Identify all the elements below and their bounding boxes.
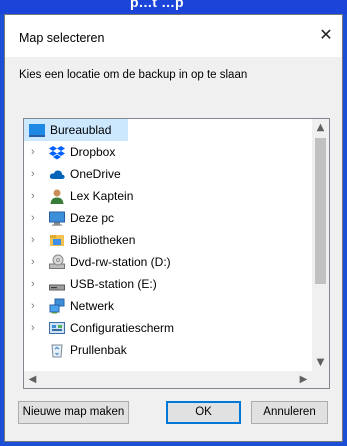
chevron-right-icon[interactable]: › (31, 277, 41, 291)
scroll-up-arrow-icon[interactable]: ▲ (312, 119, 329, 136)
folder-select-dialog: Map selecteren ✕ Kies een locatie om de … (4, 14, 343, 442)
scroll-down-arrow-icon[interactable]: ▼ (312, 354, 329, 371)
chevron-right-icon[interactable]: › (31, 255, 41, 269)
dialog-titlebar: Map selecteren ✕ (5, 15, 342, 57)
scroll-right-arrow-icon[interactable]: ▶ (295, 371, 312, 388)
tree-item-user[interactable]: › Lex Kaptein (24, 185, 312, 207)
chevron-right-icon[interactable]: › (31, 145, 41, 159)
tree-item-prullenbak[interactable]: Prullenbak (24, 339, 312, 361)
folder-tree[interactable]: Bureaublad › Dropbox › OneDrive › Lex Ka… (23, 118, 330, 389)
tree-item-label: Bibliotheken (70, 233, 136, 247)
libraries-icon (49, 232, 65, 248)
tree-item-bibliotheken[interactable]: › Bibliotheken (24, 229, 312, 251)
vertical-scroll-thumb[interactable] (315, 138, 326, 284)
tree-item-usb-drive[interactable]: › USB-station (E:) (24, 273, 312, 295)
horizontal-scrollbar[interactable]: ◀ ▶ (24, 371, 312, 388)
desktop-icon (29, 122, 45, 138)
tree-item-label: Deze pc (70, 211, 115, 225)
tree-item-onedrive[interactable]: › OneDrive (24, 163, 312, 185)
network-icon (49, 298, 65, 314)
close-icon[interactable]: ✕ (316, 26, 336, 46)
chevron-right-icon[interactable]: › (31, 167, 41, 181)
tree-item-label: Prullenbak (70, 343, 127, 357)
onedrive-cloud-icon (49, 166, 65, 182)
tree-item-netwerk[interactable]: › Netwerk (24, 295, 312, 317)
tree-item-dvd-drive[interactable]: › Dvd-rw-station (D:) (24, 251, 312, 273)
tree-item-label: Netwerk (70, 299, 115, 313)
dialog-instruction: Kies een locatie om de backup in op te s… (19, 69, 248, 81)
control-panel-icon (49, 320, 65, 336)
tree-item-label: Configuratiescherm (70, 321, 175, 335)
background-header-text: p...t ...p (130, 0, 184, 10)
tree-item-deze-pc[interactable]: › Deze pc (24, 207, 312, 229)
tree-item-dropbox[interactable]: › Dropbox (24, 141, 312, 163)
usb-drive-icon (49, 276, 65, 292)
new-folder-button[interactable]: Nieuwe map maken (18, 401, 129, 424)
chevron-right-icon[interactable]: › (31, 189, 41, 203)
dropbox-icon (49, 144, 65, 160)
dvd-drive-icon (49, 254, 65, 270)
tree-item-label: Bureaublad (50, 123, 112, 137)
user-icon (49, 188, 65, 204)
tree-item-label: OneDrive (70, 167, 121, 181)
tree-item-label: USB-station (E:) (70, 277, 157, 291)
chevron-right-icon[interactable]: › (31, 211, 41, 225)
tree-item-label: Lex Kaptein (70, 189, 134, 203)
dialog-title: Map selecteren (19, 31, 105, 45)
tree-item-configuratiescherm[interactable]: › Configuratiescherm (24, 317, 312, 339)
computer-icon (49, 210, 65, 226)
scrollbar-corner (312, 371, 329, 388)
folder-tree-list: Bureaublad › Dropbox › OneDrive › Lex Ka… (24, 119, 312, 371)
chevron-right-icon[interactable]: › (31, 299, 41, 313)
tree-item-bureaublad[interactable]: Bureaublad (24, 119, 128, 141)
vertical-scrollbar[interactable]: ▲ ▼ (312, 119, 329, 371)
cancel-button[interactable]: Annuleren (251, 401, 328, 424)
ok-button[interactable]: OK (166, 401, 241, 424)
tree-item-label: Dvd-rw-station (D:) (70, 255, 171, 269)
recycle-bin-icon (49, 342, 65, 358)
scroll-left-arrow-icon[interactable]: ◀ (24, 371, 41, 388)
tree-item-label: Dropbox (70, 145, 116, 159)
chevron-right-icon[interactable]: › (31, 321, 41, 335)
background-header-strip: p...t ...p (0, 0, 347, 14)
chevron-right-icon[interactable]: › (31, 233, 41, 247)
